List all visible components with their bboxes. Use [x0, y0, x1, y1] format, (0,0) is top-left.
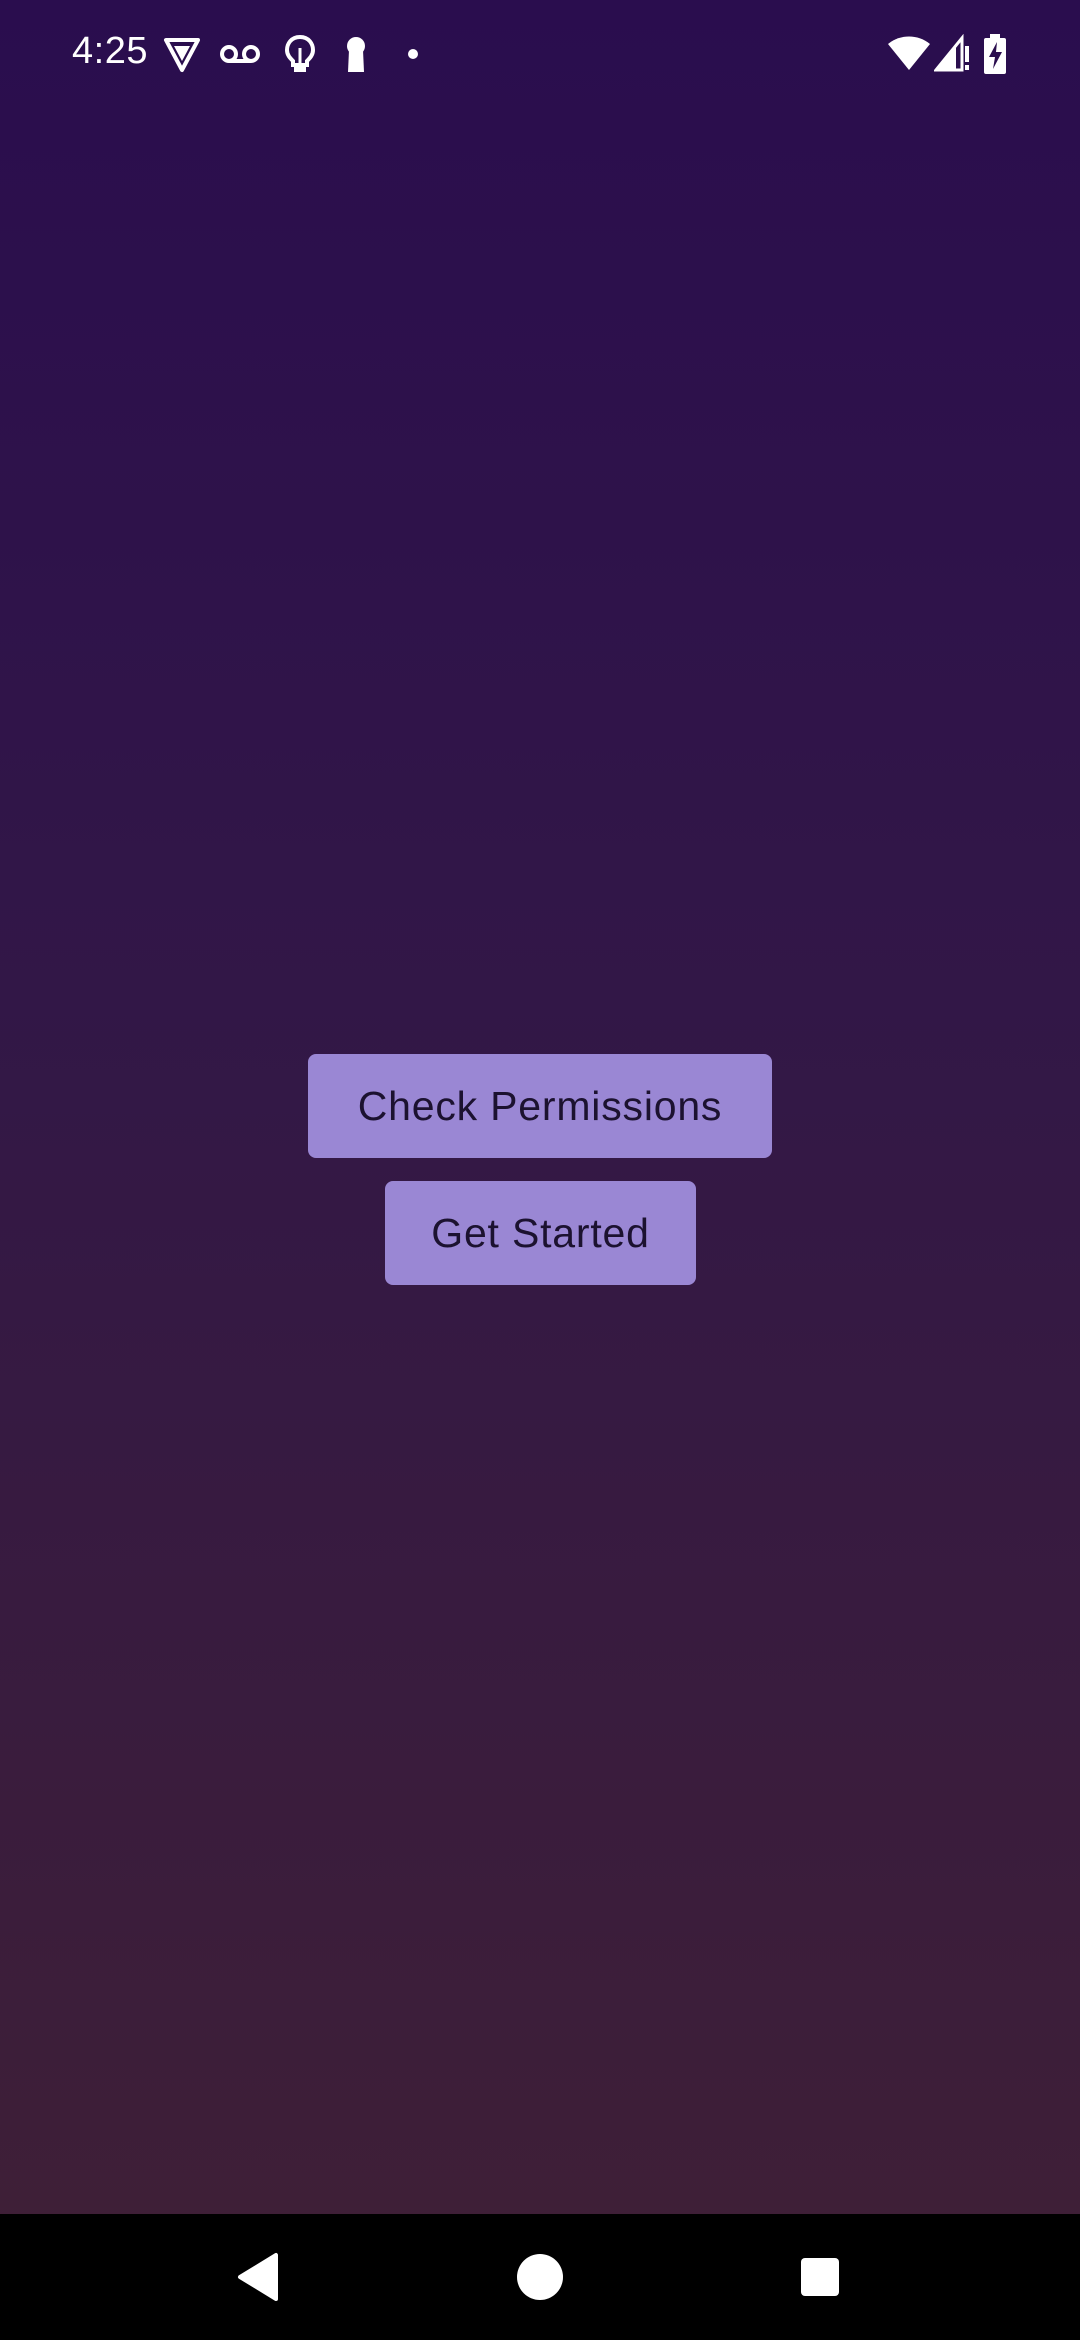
status-bar: 4:25: [0, 0, 1080, 108]
status-time: 4:25: [72, 30, 148, 72]
lightbulb-icon: [280, 34, 320, 74]
voicemail-icon: [218, 34, 262, 74]
app-screen: 4:25 Check Permissions Get Started: [0, 0, 1080, 2214]
back-icon[interactable]: [218, 2237, 298, 2317]
cell-signal-icon: [934, 34, 972, 74]
recents-icon[interactable]: [780, 2237, 860, 2317]
home-icon[interactable]: [500, 2237, 580, 2317]
wifi-icon: [886, 34, 932, 74]
battery-charging-icon: [980, 34, 1010, 74]
get-started-button[interactable]: Get Started: [385, 1181, 696, 1285]
navigation-bar: [0, 2214, 1080, 2340]
check-permissions-button[interactable]: Check Permissions: [308, 1054, 772, 1158]
keyhole-icon: [336, 34, 376, 74]
notification-dot-icon: [396, 34, 436, 74]
vpn-shield-icon: [162, 34, 202, 74]
